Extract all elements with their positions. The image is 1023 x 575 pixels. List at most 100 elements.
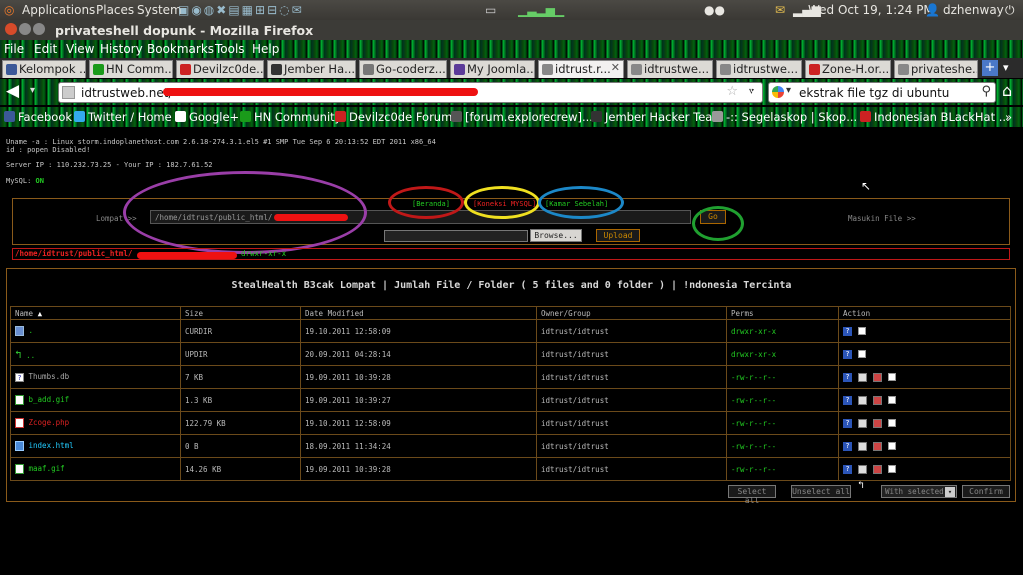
row-checkbox[interactable] (858, 350, 866, 359)
bookmark-explorecrew[interactable]: [forum.explorecrew]... (451, 110, 593, 124)
edit-icon[interactable] (858, 441, 867, 451)
maximize-icon[interactable] (33, 23, 45, 35)
search-engine-dropdown-icon[interactable]: ▾ (786, 85, 791, 96)
tab-privateshell[interactable]: privateshe... (894, 60, 978, 78)
edit-icon[interactable] (858, 418, 867, 428)
file-name[interactable]: index.html (29, 441, 74, 450)
info-icon[interactable]: ? (843, 349, 852, 359)
edit-icon[interactable] (858, 372, 867, 382)
tab-close-icon[interactable]: ✕ (611, 61, 620, 74)
mail-icon[interactable]: ✉ (775, 3, 785, 17)
row-checkbox[interactable] (888, 465, 896, 474)
edit-icon[interactable] (858, 395, 867, 405)
bookmark-star-icon[interactable]: ☆ (726, 84, 738, 99)
minimize-icon[interactable] (19, 23, 31, 35)
column-owner[interactable]: Owner/Group (536, 306, 727, 320)
tab-go-coderz[interactable]: Go-coderz... (359, 60, 447, 78)
bookmark-facebook[interactable]: Facebook (4, 110, 72, 124)
tab-kelompok[interactable]: Kelompok ... (2, 60, 86, 78)
tab-list-icon[interactable]: ▾ (1003, 61, 1009, 74)
site-identity-icon[interactable] (62, 86, 75, 99)
delete-icon[interactable] (873, 418, 882, 428)
table-row[interactable]: ? Thumbs.db 7 KB 19.09.2011 10:39:28 idt… (10, 365, 1011, 389)
tab-idtrust-active[interactable]: idtrust.r... ✕ (538, 60, 624, 78)
reload-icon[interactable]: ↻ (749, 83, 760, 98)
system-menu[interactable]: System (137, 3, 182, 17)
new-tab-button[interactable]: + (982, 60, 998, 76)
row-checkbox[interactable] (888, 442, 896, 451)
file-name[interactable]: maaf.gif (29, 464, 65, 473)
table-row[interactable]: b_add.gif 1.3 KB 19.09.2011 10:39:27 idt… (10, 388, 1011, 412)
delete-icon[interactable] (873, 441, 882, 451)
column-size[interactable]: Size (180, 306, 301, 320)
info-icon[interactable]: ? (843, 441, 852, 451)
tab-devilzc0de[interactable]: Devilzc0de... (176, 60, 264, 78)
column-date[interactable]: Date Modified (300, 306, 537, 320)
row-checkbox[interactable] (888, 419, 896, 428)
file-name[interactable]: Zcoge.php (29, 418, 70, 427)
tab-idtrustweb-2[interactable]: idtrustwe... (716, 60, 802, 78)
file-name[interactable]: Thumbs.db (29, 372, 70, 381)
file-path-input[interactable] (384, 230, 528, 242)
sort-ascending-icon[interactable]: ▲ (38, 309, 43, 318)
info-icon[interactable]: ? (843, 395, 852, 405)
current-path[interactable]: /home/idtrust/public_html/ (15, 249, 132, 258)
menu-history[interactable]: History (100, 42, 143, 56)
bookmark-jember[interactable]: Jember Hacker Team (591, 110, 724, 124)
table-row[interactable]: index.html 0 B 18.09.2011 11:34:24 idtru… (10, 434, 1011, 458)
table-row[interactable]: . CURDIR 19.10.2011 12:58:09 idtrust/idt… (10, 319, 1011, 343)
delete-icon[interactable] (873, 464, 882, 474)
launcher-icons[interactable]: ▣◉◍✖▤▦⊞⊟◌✉ (178, 3, 304, 17)
bookmark-twitter[interactable]: Twitter / Home (74, 110, 172, 124)
column-name[interactable]: Name ▲ (10, 306, 181, 320)
tab-zone-h[interactable]: Zone-H.or... (805, 60, 891, 78)
applications-menu[interactable]: Applications (22, 3, 95, 17)
column-perms[interactable]: Perms (726, 306, 839, 320)
file-name[interactable]: b_add.gif (29, 395, 70, 404)
menu-bookmarks[interactable]: Bookmarks (147, 42, 214, 56)
file-perms[interactable]: -rw-r--r-- (726, 411, 839, 435)
clock[interactable]: Wed Oct 19, 1:24 PM (808, 3, 934, 17)
edit-icon[interactable] (858, 464, 867, 474)
tab-idtrustweb-1[interactable]: idtrustwe... (627, 60, 713, 78)
delete-icon[interactable] (873, 395, 882, 405)
ubuntu-logo-icon[interactable]: ◎ (4, 3, 14, 17)
close-icon[interactable] (5, 23, 17, 35)
bookmarks-overflow-icon[interactable]: » (1005, 110, 1012, 124)
tab-joomla[interactable]: My Joomla... (450, 60, 535, 78)
home-icon[interactable]: ⌂ (1002, 81, 1012, 100)
file-perms[interactable]: -rw-r--r-- (726, 388, 839, 412)
places-menu[interactable]: Places (96, 3, 134, 17)
bookmark-hn-community[interactable]: HN Community (240, 110, 341, 124)
table-row[interactable]: maaf.gif 14.26 KB 19.09.2011 10:39:28 id… (10, 457, 1011, 481)
confirm-button[interactable]: Confirm (962, 485, 1010, 498)
file-perms[interactable]: -rw-r--r-- (726, 365, 839, 389)
table-row[interactable]: Zcoge.php 122.79 KB 19.10.2011 12:58:09 … (10, 411, 1011, 435)
search-icon[interactable]: ⚲ (981, 84, 991, 99)
bookmark-indonesian-blackhat[interactable]: Indonesian BLackHat ... (860, 110, 1010, 124)
forward-icon[interactable]: ▾ (30, 85, 35, 96)
power-icon[interactable]: ⏻ (1005, 3, 1015, 18)
file-perms[interactable]: drwxr-xr-x (726, 342, 839, 366)
screenshot-applet-icon[interactable]: ▭ (485, 3, 496, 17)
file-perms[interactable]: -rw-r--r-- (726, 457, 839, 481)
google-icon[interactable] (772, 86, 784, 98)
chevron-down-icon[interactable]: ▾ (945, 487, 955, 497)
browse-button[interactable]: Browse... (530, 229, 582, 242)
file-perms[interactable]: drwxr-xr-x (726, 319, 839, 343)
with-selected-dropdown[interactable]: With selected: ▾ (881, 485, 957, 498)
row-checkbox[interactable] (888, 373, 896, 382)
user-name[interactable]: dzhenway (943, 3, 1004, 17)
tab-hn-community[interactable]: HN Comm... (89, 60, 173, 78)
bookmark-google-plus[interactable]: Google+ (175, 110, 239, 124)
table-row[interactable]: ↰ .. UPDIR 20.09.2011 04:28:14 idtrust/i… (10, 342, 1011, 366)
info-icon[interactable]: ? (843, 418, 852, 428)
select-all-button[interactable]: Select all (728, 485, 776, 505)
bookmark-devilzc0de[interactable]: Devilzc0de Forum (335, 110, 452, 124)
file-perms[interactable]: -rw-r--r-- (726, 434, 839, 458)
search-bar[interactable]: ▾ ekstrak file tgz di ubuntu ⚲ (768, 82, 996, 103)
info-icon[interactable]: ? (843, 464, 852, 474)
upload-button[interactable]: Upload (596, 229, 640, 242)
row-checkbox[interactable] (858, 327, 866, 336)
url-bar[interactable]: idtrustweb.net/ ☆ ▾ (58, 82, 763, 103)
